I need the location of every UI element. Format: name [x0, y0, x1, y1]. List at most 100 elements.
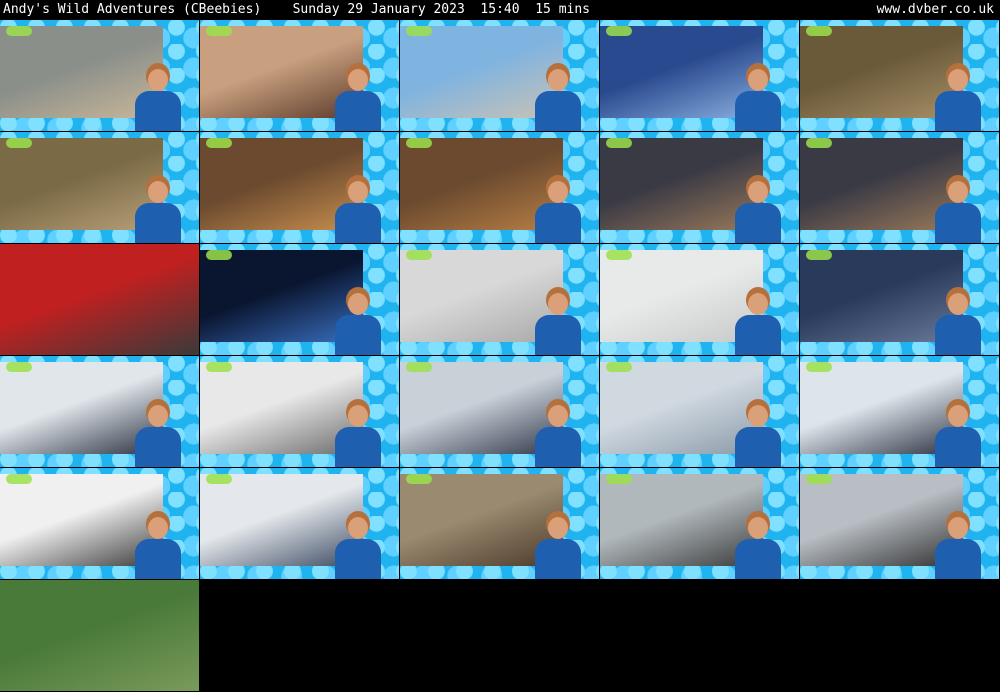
thumbnail-aerial-field-pond[interactable]: [0, 580, 199, 691]
channel-logo-icon: [206, 362, 232, 372]
channel-logo-icon: [406, 362, 432, 372]
sign-language-interpreter: [335, 517, 381, 579]
thumbnail-studio-room[interactable]: [200, 132, 399, 243]
interpreter-body: [335, 315, 381, 355]
thumbnail-seals-on-beach[interactable]: [800, 468, 999, 579]
interpreter-head: [948, 405, 968, 427]
thumbnail-presenter-in-vehicle[interactable]: [800, 244, 999, 355]
interpreter-body: [735, 315, 781, 355]
sign-language-interpreter: [535, 181, 581, 243]
programme-title: Andy's Wild Adventures (CBeebies) Sunday…: [3, 2, 590, 17]
thumbnail-red-helmet-closeup[interactable]: [0, 244, 199, 355]
interpreter-body: [535, 91, 581, 131]
interpreter-head: [148, 69, 168, 91]
interpreter-head: [748, 181, 768, 203]
interpreter-head: [548, 181, 568, 203]
sign-language-interpreter: [335, 293, 381, 355]
interpreter-body: [935, 91, 981, 131]
thumbnail-presenter-with-puppet-2[interactable]: [800, 132, 999, 243]
site-link[interactable]: www.dvber.co.uk: [877, 0, 994, 20]
thumbnail-presenter-blizzard[interactable]: [400, 356, 599, 467]
thumbnail-studio-room-wide[interactable]: [400, 132, 599, 243]
interpreter-head: [948, 69, 968, 91]
sign-language-interpreter: [135, 517, 181, 579]
interpreter-body: [335, 91, 381, 131]
interpreter-head: [548, 293, 568, 315]
interpreter-head: [748, 69, 768, 91]
sign-language-interpreter: [535, 293, 581, 355]
channel-logo-icon: [806, 26, 832, 36]
sign-language-interpreter: [335, 69, 381, 131]
sign-language-interpreter: [535, 517, 581, 579]
thumbnail-earth-from-space[interactable]: [200, 244, 399, 355]
channel-logo-icon: [606, 26, 632, 36]
thumbnail-people-walking-street[interactable]: [0, 20, 199, 131]
channel-logo-icon: [606, 474, 632, 484]
interpreter-body: [935, 427, 981, 467]
thumbnail-snowy-trees[interactable]: [600, 356, 799, 467]
thumbnail-person-on-beach[interactable]: [600, 468, 799, 579]
thumbnail-girl-smiling[interactable]: [200, 20, 399, 131]
thumbnail-presenter-with-puppet[interactable]: [600, 132, 799, 243]
thumbnail-presenter-snow-2[interactable]: [800, 356, 999, 467]
sign-language-interpreter: [535, 405, 581, 467]
sign-language-interpreter: [335, 405, 381, 467]
sign-language-interpreter: [535, 69, 581, 131]
interpreter-head: [348, 405, 368, 427]
thumbnail-otters[interactable]: [400, 468, 599, 579]
interpreter-body: [735, 91, 781, 131]
interpreter-body: [935, 539, 981, 579]
sign-language-interpreter: [135, 405, 181, 467]
thumbnail-birds-flying-sky[interactable]: [600, 244, 799, 355]
sign-language-interpreter: [935, 405, 981, 467]
thumbnail-snow-dunes[interactable]: [400, 244, 599, 355]
interpreter-body: [535, 539, 581, 579]
interpreter-body: [335, 427, 381, 467]
interpreter-head: [348, 181, 368, 203]
interpreter-head: [148, 405, 168, 427]
thumbnail-seal-on-snow[interactable]: [0, 468, 199, 579]
sign-language-interpreter: [935, 181, 981, 243]
channel-logo-icon: [406, 474, 432, 484]
interpreter-body: [735, 539, 781, 579]
interpreter-body: [335, 539, 381, 579]
sign-language-interpreter: [135, 69, 181, 131]
thumbnail-animal-fur-closeup[interactable]: [800, 20, 999, 131]
sign-language-interpreter: [735, 181, 781, 243]
thumbnail-meerkats[interactable]: [0, 132, 199, 243]
channel-logo-icon: [806, 474, 832, 484]
channel-logo-icon: [6, 474, 32, 484]
thumbnail-snow-landscape[interactable]: [200, 356, 399, 467]
header-bar: Andy's Wild Adventures (CBeebies) Sunday…: [0, 0, 1000, 20]
interpreter-body: [735, 203, 781, 243]
interpreter-head: [548, 517, 568, 539]
interpreter-head: [148, 181, 168, 203]
thumbnail-presenter-in-snow[interactable]: [0, 356, 199, 467]
channel-logo-icon: [206, 474, 232, 484]
interpreter-head: [548, 69, 568, 91]
interpreter-body: [135, 427, 181, 467]
interpreter-body: [135, 91, 181, 131]
interpreter-body: [335, 203, 381, 243]
channel-logo-icon: [806, 250, 832, 260]
interpreter-head: [748, 517, 768, 539]
channel-logo-icon: [206, 138, 232, 148]
interpreter-body: [935, 315, 981, 355]
interpreter-head: [148, 517, 168, 539]
interpreter-head: [548, 405, 568, 427]
channel-logo-icon: [206, 250, 232, 260]
thumbnail-presenter-standing-snow[interactable]: [200, 468, 399, 579]
thumbnail-presenter-with-screen[interactable]: [600, 20, 799, 131]
interpreter-head: [948, 293, 968, 315]
interpreter-head: [948, 181, 968, 203]
channel-logo-icon: [6, 138, 32, 148]
sign-language-interpreter: [935, 517, 981, 579]
interpreter-head: [748, 405, 768, 427]
interpreter-head: [348, 517, 368, 539]
channel-logo-icon: [406, 250, 432, 260]
interpreter-head: [748, 293, 768, 315]
scene-image: [0, 580, 199, 691]
interpreter-head: [348, 69, 368, 91]
interpreter-body: [735, 427, 781, 467]
thumbnail-apartment-building[interactable]: [400, 20, 599, 131]
